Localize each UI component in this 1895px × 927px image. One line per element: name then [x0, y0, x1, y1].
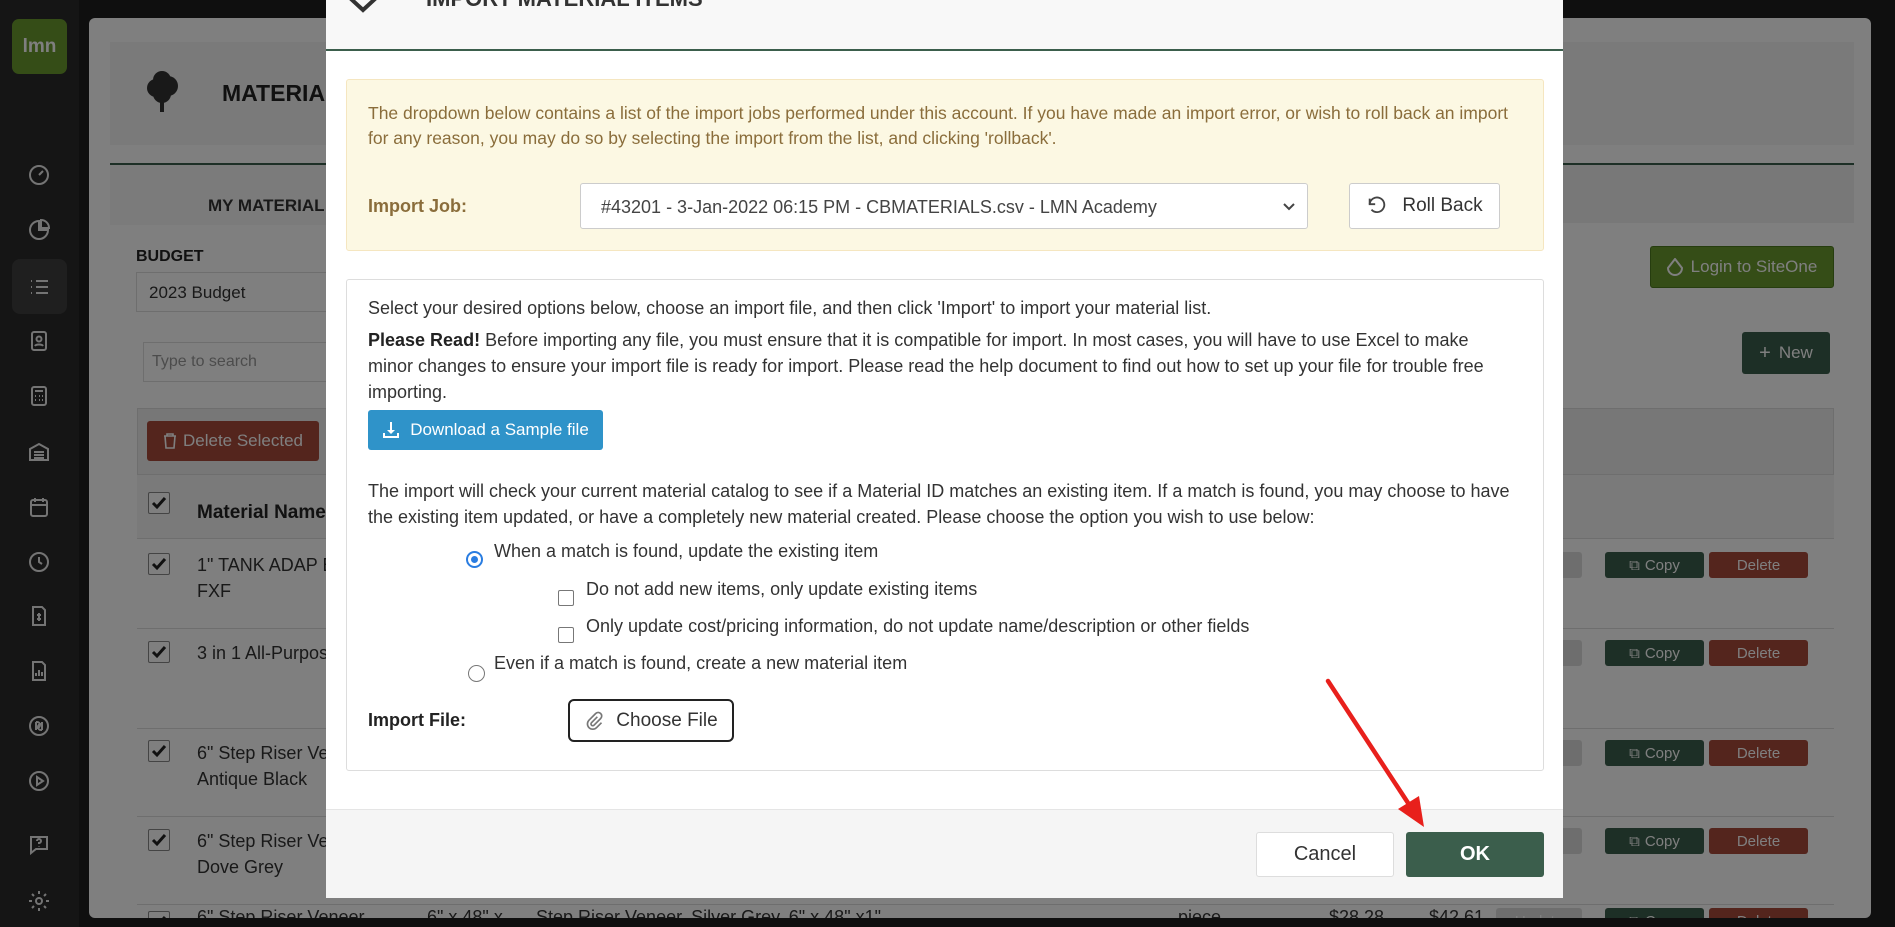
import-job-select[interactable]: #43201 - 3-Jan-2022 06:15 PM - CBMATERIA…	[580, 183, 1308, 229]
modal-header: IMPORT MATERIAL ITEMS	[326, 0, 1563, 51]
import-file-label: Import File:	[368, 710, 466, 730]
import-job-info-text: The dropdown below contains a list of th…	[368, 103, 1509, 148]
choose-file-label: Choose File	[616, 709, 718, 731]
choose-file-button[interactable]: Choose File	[568, 699, 734, 742]
download-icon	[383, 422, 400, 438]
download-sample-label: Download a Sample file	[410, 420, 589, 439]
modal-title: IMPORT MATERIAL ITEMS	[426, 0, 703, 12]
radio-create-new-label[interactable]: Even if a match is found, create a new m…	[494, 653, 907, 674]
roll-back-button[interactable]: Roll Back	[1349, 183, 1500, 229]
checkbox-cost-only-label[interactable]: Only update cost/pricing information, do…	[586, 616, 1249, 637]
cancel-button[interactable]: Cancel	[1256, 832, 1394, 877]
please-read-heading: Please Read!	[368, 330, 481, 350]
roll-back-label: Roll Back	[1402, 195, 1483, 216]
instructions-text: Select your desired options below, choos…	[368, 298, 1212, 318]
checkbox-cost-only[interactable]	[558, 627, 574, 643]
ok-button[interactable]: OK	[1406, 832, 1544, 877]
import-job-label: Import Job:	[368, 196, 467, 216]
please-read-body: Before importing any file, you must ensu…	[368, 330, 1484, 402]
annotation-arrow-icon	[1325, 678, 1424, 827]
paperclip-icon	[586, 711, 603, 730]
checkbox-no-add-new-label[interactable]: Do not add new items, only update existi…	[586, 579, 977, 600]
chevron-down-icon	[349, 0, 377, 13]
chevron-down-icon	[1283, 203, 1295, 211]
radio-update-existing[interactable]	[466, 551, 483, 568]
radio-create-new[interactable]	[468, 665, 485, 682]
match-explanation-text: The import will check your current mater…	[368, 481, 1510, 527]
checkbox-no-add-new[interactable]	[558, 590, 574, 606]
download-sample-file-button[interactable]: Download a Sample file	[368, 410, 603, 450]
radio-update-existing-label[interactable]: When a match is found, update the existi…	[494, 541, 878, 562]
undo-icon	[1369, 196, 1386, 214]
please-read-text: Please Read! Before importing any file, …	[368, 327, 1518, 405]
import-job-value: #43201 - 3-Jan-2022 06:15 PM - CBMATERIA…	[601, 197, 1157, 217]
